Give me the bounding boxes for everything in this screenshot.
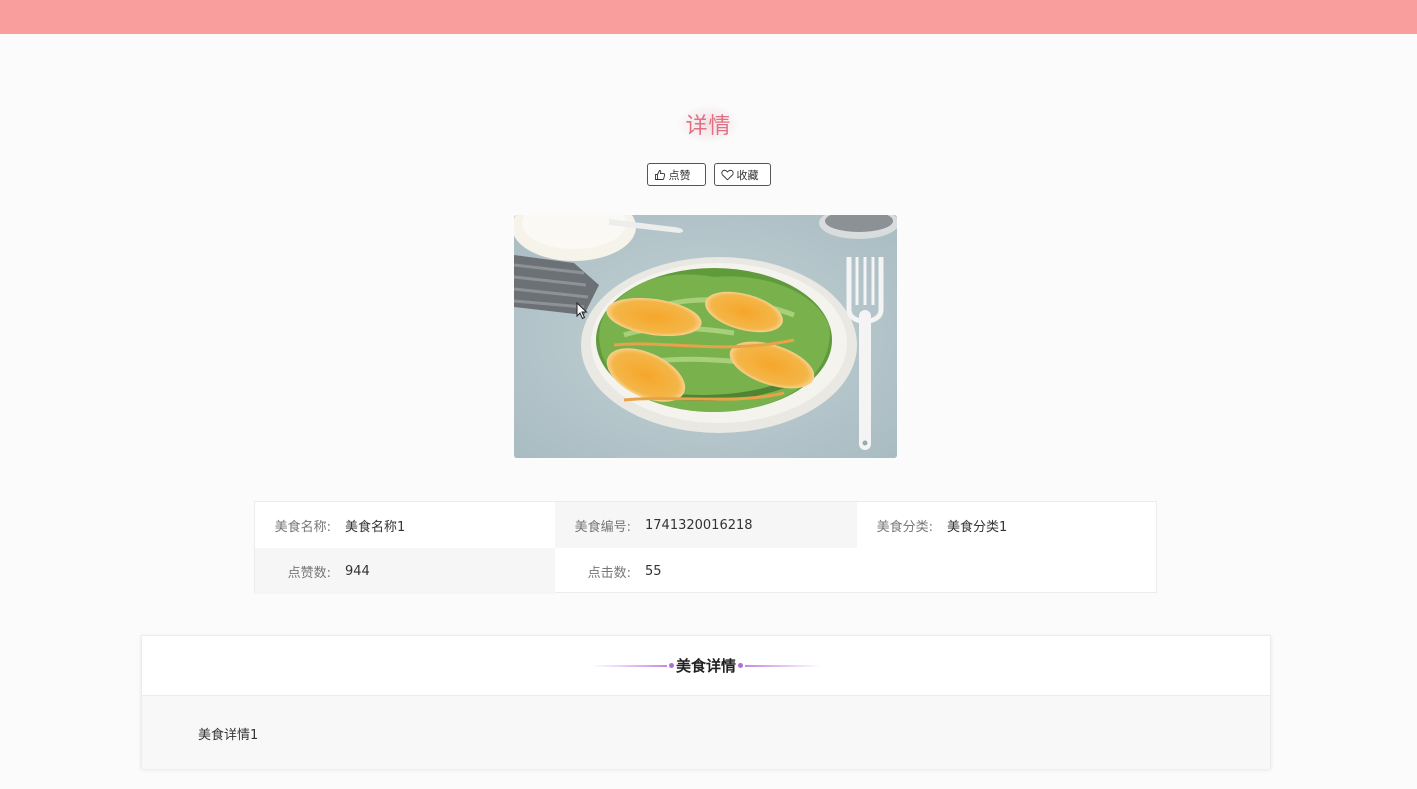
info-cell-name: 美食名称: 美食名称1 — [255, 502, 555, 548]
decor-line-right — [745, 664, 821, 667]
page-title-wrap: 详情 — [0, 104, 1417, 144]
category-label: 美食分类: — [876, 519, 933, 535]
likes-value: 944 — [345, 563, 370, 579]
clicks-label: 点击数: — [587, 565, 631, 581]
thumbs-up-icon — [654, 169, 666, 181]
mouse-cursor-icon — [576, 302, 588, 320]
action-buttons: 点赞 收藏 — [0, 163, 1417, 186]
food-image — [514, 215, 897, 458]
category-value: 美食分类1 — [947, 519, 1008, 535]
detail-header: 美食详情 — [142, 636, 1270, 696]
page-title: 详情 — [677, 104, 740, 144]
info-cell-code: 美食编号: 1741320016218 — [555, 502, 857, 548]
code-label: 美食编号: — [574, 519, 631, 535]
code-value: 1741320016218 — [645, 517, 753, 533]
heart-icon — [720, 169, 734, 181]
decor-dot-left — [668, 663, 674, 668]
info-cell-likes: 点赞数: 944 — [255, 548, 555, 594]
name-label: 美食名称: — [274, 519, 331, 535]
clicks-value: 55 — [645, 563, 662, 579]
info-cell-clicks: 点击数: 55 — [555, 548, 857, 594]
favorite-button[interactable]: 收藏 — [713, 163, 771, 186]
favorite-label: 收藏 — [736, 169, 759, 182]
detail-content: 美食详情1 — [142, 696, 1270, 769]
info-cell-category: 美食分类: 美食分类1 — [857, 502, 1156, 548]
decor-dot-right — [738, 663, 743, 668]
food-info-table: 美食名称: 美食名称1 美食编号: 1741320016218 美食分类: 美食… — [254, 501, 1157, 594]
detail-section-title: 美食详情 — [675, 657, 736, 675]
likes-label: 点赞数: — [287, 565, 331, 581]
like-button[interactable]: 点赞 — [646, 163, 706, 186]
like-label: 点赞 — [668, 169, 691, 182]
decor-line-left — [590, 664, 667, 667]
food-detail-card: 美食详情 美食详情1 — [141, 635, 1271, 769]
top-header-bar — [0, 0, 1417, 34]
name-value: 美食名称1 — [345, 519, 406, 535]
